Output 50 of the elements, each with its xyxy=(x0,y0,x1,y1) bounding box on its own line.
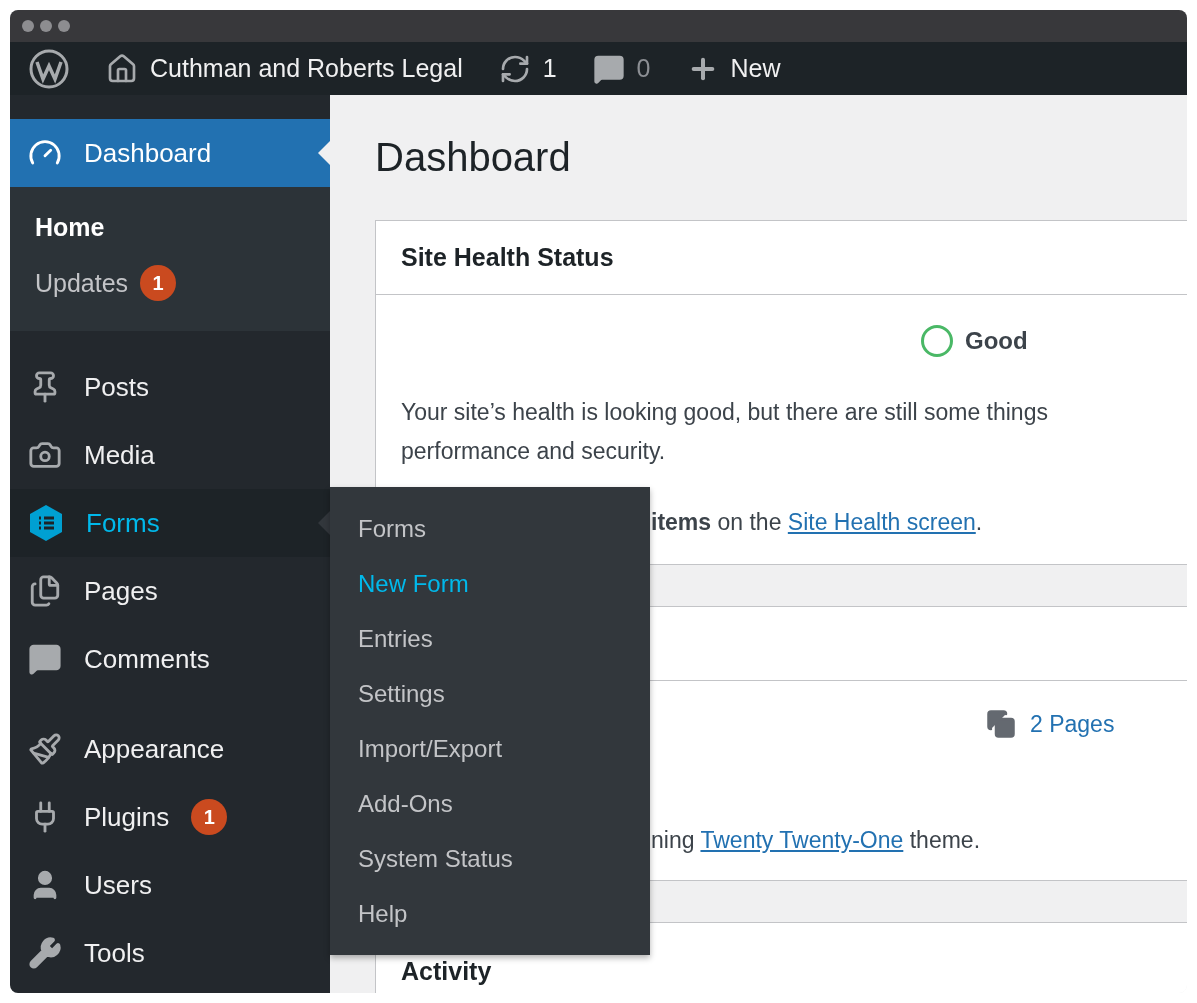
pages-icon xyxy=(28,574,62,608)
flyout-menu-item[interactable]: Entries xyxy=(330,611,650,666)
flyout-menu-item[interactable]: Settings xyxy=(330,666,650,721)
card-title: Activity xyxy=(401,957,492,986)
sidebar-menu-item[interactable]: Users xyxy=(10,851,330,919)
items-text: items on the xyxy=(651,509,782,535)
theme-text: theme. xyxy=(909,827,981,853)
new-link[interactable]: New xyxy=(730,54,781,83)
status-label: Good xyxy=(965,327,1028,355)
window-control-icon[interactable] xyxy=(58,20,70,32)
count-badge: 1 xyxy=(140,265,177,301)
flyout-menu-item[interactable]: New Form xyxy=(330,556,650,611)
window-control-icon[interactable] xyxy=(22,20,34,32)
sidebar-menu-item[interactable]: Posts xyxy=(10,353,330,421)
count-badge: 1 xyxy=(191,799,228,835)
flyout-menu-item[interactable]: Forms xyxy=(330,501,650,556)
theme-text: ning xyxy=(651,827,695,853)
sidebar-menu-item[interactable]: Dashboard xyxy=(10,119,330,187)
sidebar-menu-item[interactable]: Media xyxy=(10,421,330,489)
wrench-icon xyxy=(28,936,62,970)
flyout-menu-item[interactable]: Help xyxy=(330,886,650,941)
health-paragraph: Your site’s health is looking good, but there are still some things performance and security. xyxy=(401,398,1049,466)
paintbrush-icon xyxy=(28,732,62,766)
sidebar-menu-item[interactable]: Plugins 1 xyxy=(10,783,330,851)
flyout-menu-item[interactable]: Import/Export xyxy=(330,721,650,776)
period-text: . xyxy=(975,509,983,535)
page-heading: Dashboard xyxy=(375,135,572,180)
flyout-menu-item[interactable]: System Status xyxy=(330,831,650,886)
updates-count[interactable]: 1 xyxy=(542,54,557,83)
comment-icon xyxy=(28,642,62,676)
forms-hexagon-icon xyxy=(28,504,64,542)
card-title: Site Health Status xyxy=(401,243,614,272)
theme-link[interactable]: Twenty Twenty-One xyxy=(700,827,904,853)
status-ring-icon xyxy=(921,325,953,357)
window-control-icon[interactable] xyxy=(40,20,52,32)
wordpress-logo[interactable] xyxy=(28,47,70,90)
sidebar-menu-item[interactable]: Forms xyxy=(10,489,330,557)
comments-count[interactable]: 0 xyxy=(636,54,651,83)
sidebar-menu-item[interactable]: Appearance xyxy=(10,715,330,783)
sidebar-menu-item[interactable]: Comments xyxy=(10,625,330,693)
flyout-menu-item[interactable]: Add-Ons xyxy=(330,776,650,831)
sidebar-menu-item[interactable]: Pages xyxy=(10,557,330,625)
home-icon xyxy=(106,52,138,85)
site-health-link[interactable]: Site Health screen xyxy=(787,509,976,535)
pages-icon xyxy=(986,709,1016,739)
submenu-item[interactable]: Updates 1 xyxy=(10,255,330,311)
pages-count-link[interactable]: 2 Pages xyxy=(986,709,1187,739)
sidebar-menu-item[interactable]: Tools xyxy=(10,919,330,987)
site-name-link[interactable]: Cuthman and Roberts Legal xyxy=(150,54,463,83)
submenu-item[interactable]: Home xyxy=(10,199,330,255)
